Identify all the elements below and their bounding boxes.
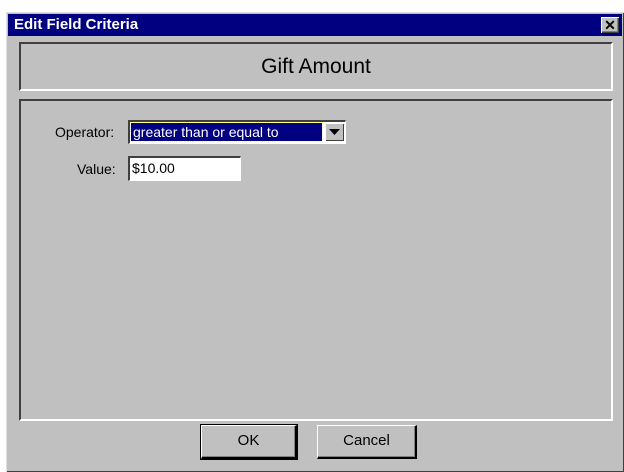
operator-label: Operator: bbox=[55, 124, 115, 140]
close-icon: ✕ bbox=[604, 17, 616, 33]
cancel-button[interactable]: Cancel bbox=[317, 425, 417, 459]
value-label: Value: bbox=[77, 161, 116, 177]
operator-dropdown-button[interactable] bbox=[325, 123, 344, 141]
field-name-title: Gift Amount bbox=[261, 55, 371, 78]
title-bar[interactable]: Edit Field Criteria ✕ bbox=[8, 14, 622, 36]
value-input[interactable]: $10.00 bbox=[128, 156, 241, 181]
chevron-down-icon bbox=[329, 129, 340, 135]
ok-button[interactable]: OK bbox=[200, 424, 298, 460]
close-button[interactable]: ✕ bbox=[601, 17, 619, 33]
dialog-title: Edit Field Criteria bbox=[14, 16, 139, 33]
edit-field-criteria-dialog: Edit Field Criteria ✕ Gift Amount Operat… bbox=[6, 12, 624, 472]
operator-selected-value[interactable]: greater than or equal to bbox=[130, 122, 323, 142]
field-name-panel: Gift Amount bbox=[19, 42, 613, 91]
criteria-panel: Operator: greater than or equal to Value… bbox=[19, 99, 613, 421]
operator-dropdown[interactable]: greater than or equal to bbox=[128, 120, 346, 144]
